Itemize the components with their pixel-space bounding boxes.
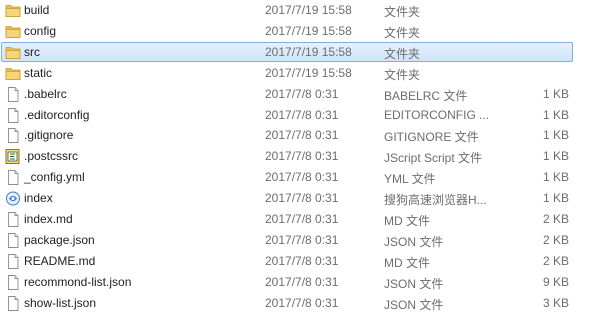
file-icon: [5, 128, 21, 144]
modified-date: 2017/7/8 0:31: [265, 295, 339, 310]
modified-date: 2017/7/8 0:31: [265, 232, 339, 247]
file-size: 1 KB: [542, 170, 569, 185]
file-type: EDITORCONFIG ...: [384, 107, 490, 122]
file-type: 搜狗高速浏览器H...: [384, 193, 487, 208]
file-icon: [5, 295, 21, 311]
file-name: static: [24, 65, 53, 80]
file-name: README.md: [24, 253, 96, 268]
file-row-build[interactable]: build 2017/7/19 15:58 文件夹: [1, 0, 573, 20]
script-icon: [5, 149, 21, 165]
file-type: 文件夹: [384, 25, 421, 40]
file-type: 文件夹: [384, 5, 421, 19]
file-row-postcssrc[interactable]: .postcssrc 2017/7/8 0:31 JScript Script 文件…: [1, 146, 573, 166]
folder-icon: [5, 3, 21, 18]
file-name: show-list.json: [24, 295, 97, 310]
file-size: 1 KB: [542, 107, 569, 122]
file-name: .editorconfig: [24, 107, 90, 122]
file-row-show-list-json[interactable]: show-list.json 2017/7/8 0:31 JSON 文件 3 KB: [1, 293, 573, 313]
modified-date: 2017/7/8 0:31: [265, 149, 339, 164]
folder-icon: [5, 66, 21, 81]
file-type: BABELRC 文件: [384, 88, 468, 103]
file-size: 2 KB: [542, 212, 569, 226]
modified-date: 2017/7/19 15:58: [265, 3, 352, 17]
file-name: build: [24, 3, 50, 17]
file-row-config-yml[interactable]: _config.yml 2017/7/8 0:31 YML 文件 1 KB: [1, 167, 573, 187]
modified-date: 2017/7/19 15:58: [265, 44, 352, 59]
file-type: MD 文件: [384, 214, 430, 228]
modified-date: 2017/7/8 0:31: [265, 170, 339, 185]
file-icon: [5, 107, 21, 123]
file-icon: [5, 86, 21, 102]
modified-date: 2017/7/8 0:31: [265, 274, 339, 289]
file-row-index[interactable]: index 2017/7/8 0:31 搜狗高速浏览器H... 1 KB: [1, 188, 573, 208]
file-name: index: [24, 191, 53, 206]
file-icon: [5, 170, 21, 186]
file-name: _config.yml: [24, 170, 85, 185]
file-name: recommond-list.json: [24, 274, 132, 289]
file-row-editorconfig[interactable]: .editorconfig 2017/7/8 0:31 EDITORCONFIG .…: [1, 105, 573, 125]
file-size: 1 KB: [542, 191, 569, 206]
file-name: .babelrc: [24, 86, 67, 101]
file-name: package.json: [24, 232, 95, 247]
file-size: 1 KB: [542, 128, 569, 143]
file-size: 1 KB: [542, 86, 569, 101]
file-row-recommond-list-json[interactable]: recommond-list.json 2017/7/8 0:31 JSON 文件 9…: [1, 272, 573, 292]
file-size: 9 KB: [542, 274, 569, 289]
file-size: 2 KB: [542, 232, 569, 247]
file-list: build 2017/7/19 15:58 文件夹 config 2017/7/19 1…: [0, 0, 605, 316]
file-name: config: [24, 23, 57, 38]
file-type: JSON 文件: [384, 297, 444, 312]
file-type: 文件夹: [384, 67, 421, 82]
file-icon: [5, 232, 21, 248]
folder-icon: [5, 45, 21, 60]
modified-date: 2017/7/8 0:31: [265, 86, 339, 101]
file-size: 2 KB: [542, 253, 569, 268]
file-row-src[interactable]: src 2017/7/19 15:58 文件夹: [1, 41, 573, 62]
modified-date: 2017/7/19 15:58: [265, 23, 352, 38]
file-size: 3 KB: [542, 295, 569, 310]
modified-date: 2017/7/8 0:31: [265, 191, 339, 206]
file-icon: [5, 253, 21, 269]
browser-html-icon: [5, 191, 21, 206]
file-row-gitignore[interactable]: .gitignore 2017/7/8 0:31 GITIGNORE 文件 1 KB: [1, 125, 573, 145]
file-row-babelrc[interactable]: .babelrc 2017/7/8 0:31 BABELRC 文件 1 KB: [1, 84, 573, 104]
file-name: .gitignore: [24, 128, 74, 143]
modified-date: 2017/7/8 0:31: [265, 212, 339, 226]
file-row-package-json[interactable]: package.json 2017/7/8 0:31 JSON 文件 2 KB: [1, 230, 573, 250]
file-type: YML 文件: [384, 172, 436, 187]
file-type: MD 文件: [384, 255, 430, 270]
modified-date: 2017/7/8 0:31: [265, 107, 339, 122]
file-type: GITIGNORE 文件: [384, 130, 479, 145]
folder-icon: [5, 24, 21, 39]
modified-date: 2017/7/8 0:31: [265, 128, 339, 143]
file-name: src: [24, 44, 40, 59]
file-icon: [5, 274, 21, 290]
file-type: JScript Script 文件: [384, 151, 483, 166]
file-type: JSON 文件: [384, 234, 444, 249]
file-type: JSON 文件: [384, 276, 444, 291]
file-row-static[interactable]: static 2017/7/19 15:58 文件夹: [1, 63, 573, 83]
file-name: .postcssrc: [24, 149, 79, 164]
file-row-config[interactable]: config 2017/7/19 15:58 文件夹: [1, 21, 573, 41]
file-size: 1 KB: [542, 149, 569, 164]
file-icon: [5, 212, 21, 227]
file-row-readme-md[interactable]: README.md 2017/7/8 0:31 MD 文件 2 KB: [1, 251, 573, 271]
file-row-index-md[interactable]: index.md 2017/7/8 0:31 MD 文件 2 KB: [1, 209, 573, 229]
file-name: index.md: [24, 212, 73, 226]
modified-date: 2017/7/19 15:58: [265, 65, 352, 80]
modified-date: 2017/7/8 0:31: [265, 253, 339, 268]
file-type: 文件夹: [384, 46, 421, 61]
